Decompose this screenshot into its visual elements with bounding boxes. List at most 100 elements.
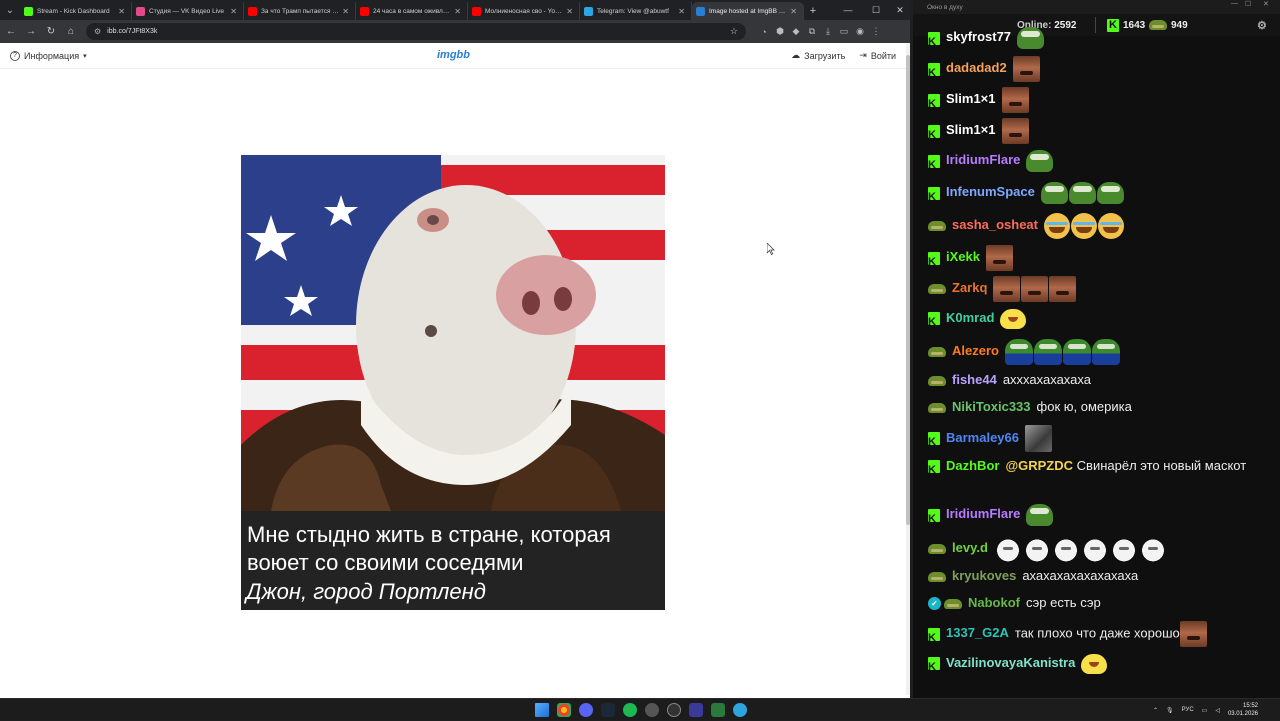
eagle-pig-photo (241, 155, 665, 511)
tab-favicon-icon (584, 6, 593, 16)
kick-logo-icon: K (928, 432, 940, 448)
info-menu[interactable]: ? Информация ▾ (10, 50, 87, 61)
browser-tab[interactable]: За что Трамп пытается убе...✕ (244, 2, 356, 20)
extension-icon[interactable]: ⬢ (772, 23, 788, 41)
maximize-icon[interactable]: ☐ (864, 0, 888, 20)
obs-icon[interactable] (667, 703, 681, 717)
chat-username[interactable]: iXekk (946, 249, 980, 264)
chat-message: levy.d (928, 535, 1268, 563)
bookmark-star-icon[interactable]: ☆ (730, 26, 738, 37)
chat-username[interactable]: Nabokof (968, 595, 1020, 610)
chat-username[interactable]: dadadad2 (946, 60, 1007, 75)
extensions-puzzle-icon[interactable]: ⧉ (804, 23, 820, 41)
chat-username[interactable]: Slim1×1 (946, 122, 996, 137)
discord-icon[interactable] (579, 703, 593, 717)
chat-username[interactable]: levy.d (952, 540, 988, 555)
mouse-cursor-icon (767, 243, 775, 255)
tab-close-icon[interactable]: ✕ (678, 7, 685, 16)
browser-tab[interactable]: Stream - Kick Dashboard ✕ (20, 2, 132, 20)
site-info-icon[interactable]: ⚙ (94, 27, 101, 36)
chat-message-text: Свинарёл это новый маскот (1076, 458, 1247, 473)
chat-username[interactable]: InfenumSpace (946, 184, 1035, 199)
upload-button[interactable]: ☁ Загрузить (791, 50, 845, 61)
clock-time: 15:52 (1242, 703, 1258, 709)
chat-username[interactable]: fishe44 (952, 372, 997, 387)
tab-close-icon[interactable]: ✕ (790, 7, 797, 16)
browser-tab[interactable]: Молниеносная сво - YouTu... ✕ (468, 2, 580, 20)
chrome-icon[interactable] (557, 703, 571, 717)
tab-favicon-icon (24, 6, 33, 16)
spotify-icon[interactable] (623, 703, 637, 717)
app-icon[interactable] (645, 703, 659, 717)
profile-icon[interactable]: ◉ (852, 23, 868, 41)
clock[interactable]: 15:52 03.01.2026 (1228, 702, 1258, 718)
new-tab-button[interactable]: + (804, 2, 822, 20)
minimize-icon[interactable]: — (836, 0, 860, 20)
chat-username[interactable]: Slim1×1 (946, 91, 996, 106)
start-icon[interactable] (535, 703, 549, 717)
chat-username[interactable]: VazilinovayaKanistra (946, 655, 1075, 670)
address-bar[interactable]: ⚙ ibb.co/7JFt8X3k ☆ (86, 23, 746, 40)
chat-username[interactable]: DazhBor (946, 458, 999, 473)
reload-icon[interactable]: ↻ (42, 23, 60, 41)
chat-username[interactable]: NikiToxic333 (952, 399, 1031, 414)
language-indicator[interactable]: РУС (1182, 707, 1194, 713)
tab-favicon-icon (136, 6, 145, 16)
chat-message: K InfenumSpace (928, 182, 1268, 204)
chat-username[interactable]: skyfrost77 (946, 29, 1011, 44)
tab-search-icon[interactable]: ⌄ (0, 0, 20, 20)
meme-image[interactable]: Мне стыдно жить в стране, которая воюет … (241, 155, 665, 610)
chat-username[interactable]: IridiumFlare (946, 506, 1020, 521)
close-icon[interactable]: ✕ (1263, 0, 1269, 8)
menu-icon[interactable]: ⋮ (868, 23, 884, 41)
app-icon[interactable] (711, 703, 725, 717)
home-icon[interactable]: ⌂ (62, 23, 80, 41)
tab-close-icon[interactable]: ✕ (454, 7, 461, 16)
chat-username[interactable]: Alezero (952, 343, 999, 358)
chat-mention[interactable]: @GRPZDC (1005, 458, 1073, 473)
imgbb-logo[interactable]: imgbb (437, 49, 470, 61)
browser-tab[interactable]: Image hosted at ImgBB — I... ✕ (692, 2, 804, 20)
app-icon[interactable] (689, 703, 703, 717)
download-icon[interactable]: ⤓ (820, 23, 836, 41)
chat-username[interactable]: Zarkq (952, 280, 987, 295)
network-icon[interactable]: ▭ (1202, 707, 1208, 714)
minimize-icon[interactable]: — (1231, 0, 1238, 7)
chat-username[interactable]: IridiumFlare (946, 152, 1020, 167)
tab-close-icon[interactable]: ✕ (342, 7, 349, 16)
telegram-icon[interactable] (733, 703, 747, 717)
browser-tab[interactable]: Telegram: View @abuwtf ✕ (580, 2, 692, 20)
steam-icon[interactable] (601, 703, 615, 717)
tab-close-icon[interactable]: ✕ (118, 7, 125, 16)
close-window-icon[interactable]: ✕ (888, 0, 912, 20)
scrollbar-thumb[interactable] (906, 55, 910, 525)
kick-logo-icon: K (928, 124, 940, 141)
tray-chevron-icon[interactable]: ⌃ (1153, 707, 1158, 714)
tab-close-icon[interactable]: ✕ (566, 7, 573, 16)
tab-close-icon[interactable]: ✕ (230, 7, 237, 16)
tab-title: 24 часа в самом оживленн... (373, 7, 452, 15)
chat-window: Окно в духу — ☐ ✕ Online: 2592 K 1643 94… (913, 0, 1280, 698)
browser-tab[interactable]: Студия — VK Видео Live ✕ (132, 2, 244, 20)
chat-username[interactable]: 1337_G2A (946, 625, 1009, 640)
extension-icon[interactable]: ◆ (788, 23, 804, 41)
browser-tab[interactable]: 24 часа в самом оживленн... ✕ (356, 2, 468, 20)
volume-icon[interactable]: ◁ (1215, 707, 1220, 714)
face-emote (1179, 621, 1207, 647)
chat-message: K 1337_G2A так плохо что даже хорошо (928, 621, 1268, 647)
split-view-icon[interactable]: ▭ (836, 23, 852, 41)
forward-icon[interactable]: → (22, 23, 40, 41)
page-scrollbar[interactable] (906, 43, 910, 695)
back-icon[interactable]: ← (2, 23, 20, 41)
chat-username[interactable]: Barmaley66 (946, 430, 1019, 445)
login-button[interactable]: ⇥ Войти (859, 50, 896, 61)
twitch-frog-icon (928, 571, 946, 582)
maximize-icon[interactable]: ☐ (1245, 0, 1251, 8)
chat-username[interactable]: kryukoves (952, 568, 1016, 583)
chat-username[interactable]: sasha_osheat (952, 217, 1038, 232)
microphone-icon[interactable]: 🎙 (1166, 707, 1174, 714)
chat-username[interactable]: K0mrad (946, 310, 994, 325)
extension-icon[interactable]: ◔ (756, 23, 772, 41)
twitch-frog-icon (928, 221, 946, 231)
chat-message-text: ахахахахахахахаха (1022, 568, 1139, 583)
